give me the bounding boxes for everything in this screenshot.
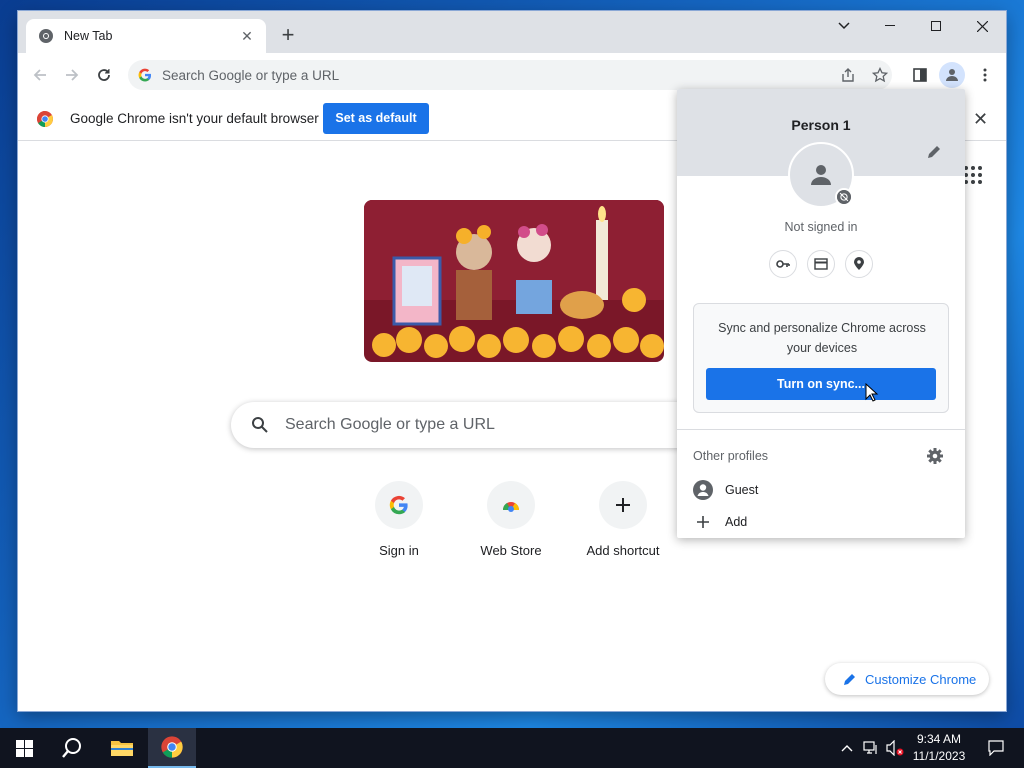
turn-on-sync-button[interactable]: Turn on sync... — [706, 368, 936, 400]
customize-chrome-label: Customize Chrome — [865, 671, 977, 687]
system-clock[interactable]: 9:34 AM 11/1/2023 — [906, 731, 972, 765]
folder-icon — [111, 741, 133, 756]
google-doodle[interactable] — [364, 200, 664, 362]
sync-off-badge-icon — [835, 188, 853, 206]
plus-icon — [616, 498, 630, 512]
infobar-close-icon[interactable]: ✕ — [973, 109, 988, 130]
web-store-icon — [502, 502, 520, 512]
google-g-icon — [389, 495, 408, 515]
add-label: Add — [725, 515, 748, 529]
clock-time: 9:34 AM — [916, 732, 962, 746]
menu-kebab-icon[interactable] — [973, 63, 997, 87]
taskbar: 9:34 AM 11/1/2023 — [0, 728, 1024, 768]
shortcut-label: Add shortcut — [586, 543, 660, 558]
ntp-search-placeholder: Search Google or type a URL — [285, 416, 495, 433]
back-button[interactable] — [28, 63, 52, 87]
guest-avatar-icon — [693, 480, 713, 500]
search-icon — [252, 417, 268, 433]
sign-in-status: Not signed in — [784, 220, 858, 234]
shortcut-label: Sign in — [379, 543, 419, 558]
person-icon — [811, 165, 831, 185]
omnibox-placeholder: Search Google or type a URL — [162, 67, 340, 83]
file-explorer-button[interactable] — [98, 728, 146, 768]
omnibox[interactable]: Search Google or type a URL — [128, 60, 892, 90]
bookmark-star-icon[interactable] — [868, 63, 892, 87]
side-panel-icon[interactable] — [908, 63, 932, 87]
start-button[interactable] — [0, 728, 48, 768]
reload-button[interactable] — [92, 63, 116, 87]
windows-logo-icon — [15, 739, 33, 757]
profile-name: Person 1 — [791, 117, 851, 133]
gear-icon[interactable] — [926, 447, 944, 465]
payment-card-icon[interactable] — [807, 250, 835, 278]
sync-card: Sync and personalize Chrome across your … — [693, 303, 949, 413]
network-icon[interactable] — [860, 728, 882, 768]
customize-chrome-button[interactable]: Customize Chrome — [825, 663, 989, 695]
search-taskbar-button[interactable] — [48, 728, 96, 768]
guest-label: Guest — [725, 483, 759, 497]
passwords-key-icon[interactable] — [769, 250, 797, 278]
tab-close-icon[interactable]: ✕ — [238, 28, 256, 45]
shortcut-label: Web Store — [480, 543, 542, 558]
clock-date: 11/1/2023 — [912, 749, 966, 763]
edit-pencil-icon[interactable] — [925, 143, 943, 161]
volume-muted-icon[interactable] — [884, 728, 906, 768]
forward-button[interactable] — [60, 63, 84, 87]
action-center-button[interactable] — [972, 728, 1020, 768]
sync-description: Sync and personalize Chrome across your … — [718, 321, 926, 355]
chrome-taskbar-button[interactable] — [148, 728, 196, 768]
tab-search-icon[interactable] — [821, 11, 867, 41]
guest-profile-item[interactable]: Guest — [693, 477, 949, 503]
plus-icon — [697, 516, 709, 528]
chrome-logo-icon — [161, 736, 183, 758]
mouse-cursor-icon — [865, 383, 879, 402]
set-as-default-button[interactable]: Set as default — [323, 103, 429, 134]
addresses-pin-icon[interactable] — [845, 250, 873, 278]
maximize-button[interactable] — [913, 11, 959, 41]
other-profiles-heading: Other profiles — [693, 449, 769, 463]
tab-new-tab[interactable]: New Tab ✕ — [26, 19, 266, 53]
divider — [677, 429, 965, 430]
show-hidden-icons-chevron-icon[interactable] — [836, 728, 858, 768]
notification-icon — [988, 740, 1004, 756]
google-g-icon — [138, 68, 152, 82]
title-bar: New Tab ✕ + — [18, 11, 1006, 53]
close-window-button[interactable] — [959, 11, 1005, 41]
pencil-icon — [844, 674, 855, 685]
chrome-tab-icon — [39, 29, 53, 43]
tab-title: New Tab — [64, 29, 113, 43]
infobar-message: Google Chrome isn't your default browser — [70, 111, 319, 126]
search-icon — [62, 738, 81, 758]
shortcut-add[interactable]: Add shortcut — [567, 481, 679, 558]
profile-avatar-button[interactable] — [939, 62, 965, 88]
share-icon[interactable] — [836, 63, 860, 87]
profile-menu: Person 1 Not signed in Sync and personal… — [677, 89, 965, 538]
chrome-logo-icon — [37, 111, 53, 127]
minimize-button[interactable] — [867, 11, 913, 41]
new-tab-button[interactable]: + — [276, 24, 300, 48]
apps-grid-icon[interactable] — [963, 165, 983, 185]
add-profile-item[interactable]: Add — [693, 509, 949, 535]
shortcut-sign-in[interactable]: Sign in — [343, 481, 455, 558]
shortcut-web-store[interactable]: Web Store — [455, 481, 567, 558]
